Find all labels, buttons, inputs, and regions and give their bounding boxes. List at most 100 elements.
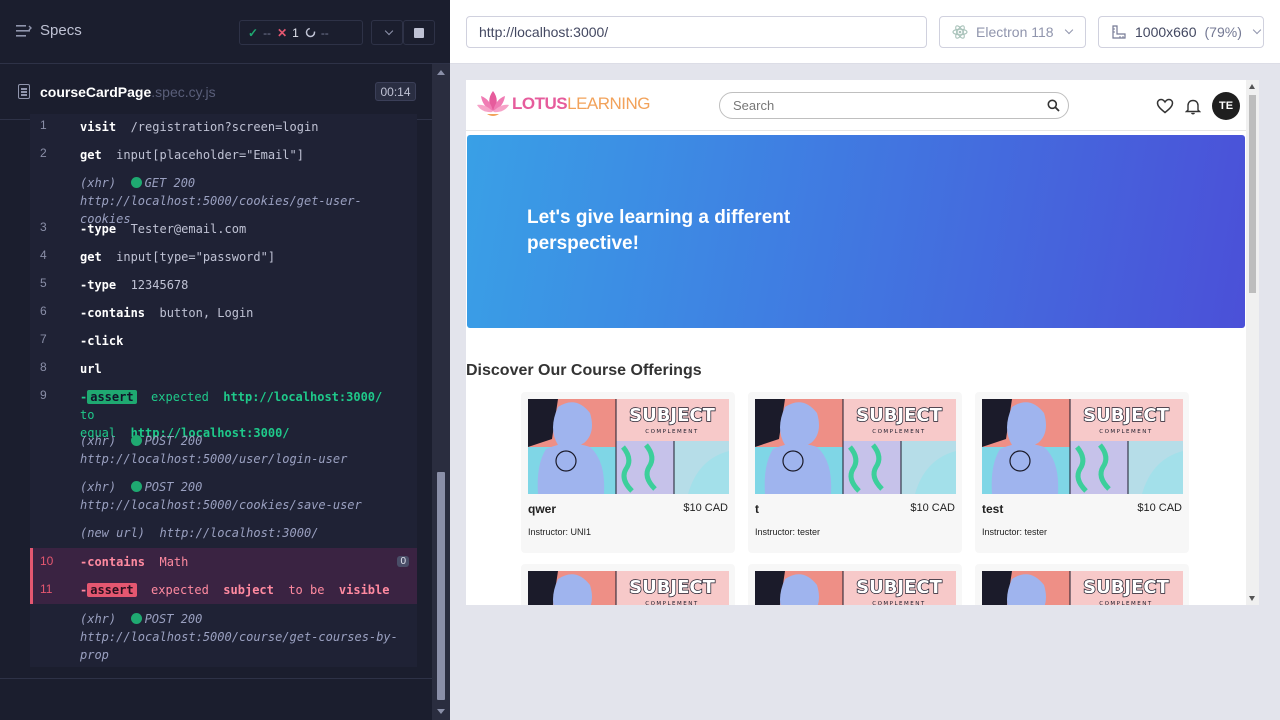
course-name: qwer: [528, 502, 557, 516]
preview-area: http://localhost:3000/ Electron 118 1000…: [450, 0, 1280, 720]
reporter-scrollbar[interactable]: [432, 64, 450, 720]
specs-toggle-button[interactable]: Specs: [16, 22, 82, 39]
chevron-down-icon: [384, 26, 394, 35]
course-thumbnail: SUBJECT COMPLEMENT: [982, 571, 1183, 605]
document-icon: [18, 84, 30, 99]
reporter-panel: Specs ✓ -- ✕ 1 -- courseCardPage.spec.cy…: [0, 0, 450, 720]
zoom-level: (79%): [1204, 24, 1242, 40]
course-thumbnail: SUBJECT COMPLEMENT: [528, 571, 729, 605]
viewport-selector[interactable]: 1000x660 (79%): [1098, 16, 1264, 48]
svg-text:SUBJECT: SUBJECT: [1083, 577, 1170, 598]
ruler-icon: [1112, 25, 1126, 39]
svg-text:COMPLEMENT: COMPLEMENT: [872, 429, 925, 435]
course-instructor: Instructor: UNI1: [528, 527, 592, 537]
scroll-down-icon[interactable]: [437, 709, 445, 714]
app-under-test-frame: LOTUSLEARNING Search TE Let's give learn…: [466, 80, 1259, 605]
app-scrollbar[interactable]: [1246, 80, 1259, 605]
scrollbar-thumb[interactable]: [437, 472, 445, 700]
svg-text:COMPLEMENT: COMPLEMENT: [1099, 601, 1152, 605]
course-card[interactable]: SUBJECT COMPLEMENT: [748, 564, 962, 605]
svg-text:COMPLEMENT: COMPLEMENT: [645, 601, 698, 605]
svg-text:SUBJECT: SUBJECT: [1083, 405, 1170, 426]
svg-text:SUBJECT: SUBJECT: [629, 405, 716, 426]
course-instructor: Instructor: tester: [755, 527, 821, 537]
command-row[interactable]: 8 url: [30, 360, 417, 380]
svg-text:COMPLEMENT: COMPLEMENT: [872, 601, 925, 605]
course-card[interactable]: SUBJECT COMPLEMENT t $10 CAD Instructor: …: [748, 392, 962, 553]
failed-stat: ✕ 1: [277, 26, 299, 40]
app-search-input[interactable]: Search: [719, 92, 1069, 119]
course-price: $10 CAD: [1137, 502, 1182, 514]
specs-label: Specs: [40, 22, 82, 39]
failed-command-row[interactable]: 10 -contains Math 0: [30, 548, 417, 576]
status-dot-icon: [130, 435, 142, 446]
assert-badge: assert: [87, 583, 137, 597]
assert-badge: assert: [87, 390, 137, 404]
pending-stat: --: [305, 26, 329, 40]
course-card[interactable]: SUBJECT COMPLEMENT: [975, 564, 1189, 605]
hero-banner: Let's give learning a different perspect…: [467, 135, 1245, 328]
command-row[interactable]: 5 -type 12345678: [30, 276, 417, 296]
course-price: $10 CAD: [910, 502, 955, 514]
app-navbar: LOTUSLEARNING Search TE: [466, 80, 1246, 131]
aut-url-field[interactable]: http://localhost:3000/: [466, 16, 927, 48]
heart-icon[interactable]: [1156, 98, 1174, 114]
stop-button[interactable]: [403, 20, 435, 45]
browser-selector[interactable]: Electron 118: [939, 16, 1086, 48]
course-thumbnail: SUBJECT COMPLEMENT: [755, 571, 956, 605]
command-row[interactable]: 4 get input[type="password"]: [30, 248, 417, 268]
svg-text:SUBJECT: SUBJECT: [856, 577, 943, 598]
spec-file-name[interactable]: courseCardPage.spec.cy.js: [40, 84, 216, 100]
failed-assert-row[interactable]: 11 - assert expected subject to be visibl…: [30, 576, 417, 604]
scroll-down-icon[interactable]: [1249, 596, 1255, 601]
user-avatar[interactable]: TE: [1212, 92, 1240, 120]
course-price: $10 CAD: [683, 502, 728, 514]
logo-text-part2: LEARNING: [567, 94, 651, 113]
xhr-row[interactable]: (xhr) POST 200 http://localhost:5000/cook…: [30, 478, 417, 516]
course-thumbnail: SUBJECT COMPLEMENT: [528, 399, 729, 494]
status-dot-icon: [130, 613, 142, 624]
passed-stat: ✓ --: [248, 26, 271, 40]
hero-title: Let's give learning a different perspect…: [527, 207, 791, 254]
status-dot-icon: [130, 481, 142, 492]
scrollbar-thumb[interactable]: [1249, 95, 1256, 293]
pending-count: --: [320, 25, 329, 40]
course-card[interactable]: SUBJECT COMPLEMENT test $10 CAD Instructo…: [975, 392, 1189, 553]
lotus-learning-logo[interactable]: LOTUSLEARNING: [476, 89, 651, 119]
xhr-row[interactable]: (xhr) POST 200 http://localhost:5000/cour…: [30, 610, 417, 664]
xhr-row[interactable]: (xhr) POST 200 http://localhost:5000/user…: [30, 432, 417, 470]
pending-circle-icon: [305, 27, 316, 38]
course-card[interactable]: SUBJECT COMPLEMENT: [521, 564, 735, 605]
chevron-down-icon: [1252, 25, 1262, 35]
cross-icon: ✕: [277, 25, 288, 40]
viewport-size: 1000x660: [1135, 24, 1197, 40]
reporter-header: Specs ✓ -- ✕ 1 --: [0, 0, 450, 64]
lotus-logo-icon: [477, 91, 509, 116]
course-card[interactable]: SUBJECT COMPLEMENT qwer $10 CAD Instructo…: [521, 392, 735, 553]
status-dot-icon: [130, 177, 142, 188]
svg-text:SUBJECT: SUBJECT: [629, 577, 716, 598]
command-row[interactable]: 7 -click: [30, 332, 417, 352]
logo-text-part1: LOTUS: [512, 94, 568, 113]
command-row[interactable]: 1 visit /registration?screen=login: [30, 118, 417, 138]
scroll-up-icon[interactable]: [437, 70, 445, 75]
svg-text:SUBJECT: SUBJECT: [856, 405, 943, 426]
course-instructor: Instructor: tester: [982, 527, 1048, 537]
stop-icon: [414, 27, 424, 38]
command-row[interactable]: 2 get input[placeholder="Email"]: [30, 146, 417, 166]
menu-list-icon: [16, 24, 32, 37]
toggle-auto-scroll-button[interactable]: [371, 20, 403, 45]
command-row[interactable]: 3 -type Tester@email.com: [30, 220, 417, 240]
command-log: 1 visit /registration?screen=login 2 get…: [30, 114, 417, 667]
search-icon[interactable]: [1047, 99, 1060, 112]
assert-row[interactable]: 9 - assert expected http://localhost:3000…: [30, 388, 417, 440]
scroll-up-icon[interactable]: [1249, 84, 1255, 89]
bell-icon[interactable]: [1185, 98, 1201, 115]
spec-duration: 00:14: [375, 82, 416, 101]
cypress-runner: Specs ✓ -- ✕ 1 -- courseCardPage.spec.cy…: [0, 0, 1280, 720]
svg-text:COMPLEMENT: COMPLEMENT: [645, 429, 698, 435]
command-row[interactable]: 6 -contains button, Login: [30, 304, 417, 324]
xhr-row[interactable]: (xhr) GET 200 http://localhost:5000/cooki…: [30, 174, 417, 226]
new-url-row[interactable]: (new url) http://localhost:3000/: [30, 524, 417, 544]
course-thumbnail: SUBJECT COMPLEMENT: [755, 399, 956, 494]
